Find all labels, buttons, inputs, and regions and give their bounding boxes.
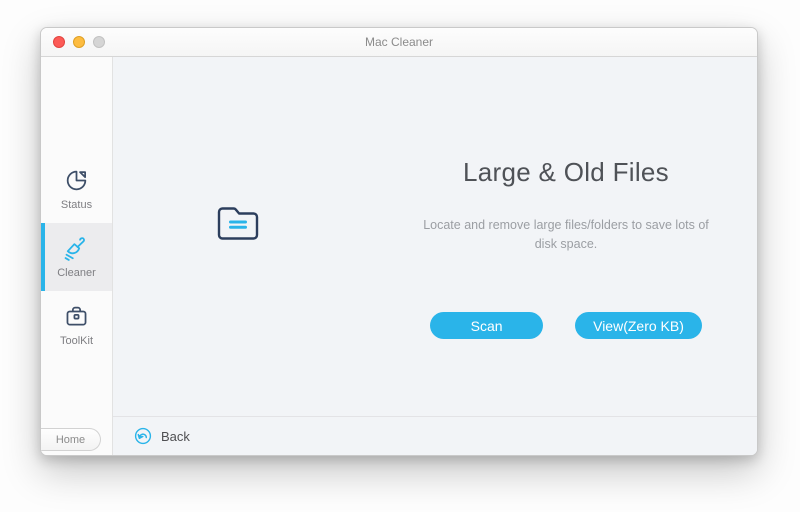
- sidebar-item-label: ToolKit: [59, 335, 94, 347]
- sidebar-item-cleaner[interactable]: Cleaner: [41, 223, 112, 291]
- page-title: Large & Old Files: [463, 157, 669, 187]
- sidebar-item-toolkit[interactable]: ToolKit: [41, 291, 112, 359]
- traffic-lights: [53, 36, 105, 48]
- sidebar-item-label: Cleaner: [57, 267, 96, 279]
- sidebar-item-label: Status: [60, 199, 93, 211]
- back-button-label: Back: [161, 428, 190, 444]
- close-window-button[interactable]: [53, 36, 65, 48]
- brush-icon: [63, 235, 90, 262]
- sidebar-item-status[interactable]: Status: [41, 155, 112, 223]
- app-window: Mac Cleaner Status Cleaner ToolKit Home …: [40, 27, 758, 456]
- window-title: Mac Cleaner: [364, 35, 434, 49]
- back-button[interactable]: Back: [134, 427, 190, 445]
- briefcase-icon: [63, 303, 90, 330]
- page-description: Locate and remove large files/folders to…: [423, 218, 709, 251]
- view-button[interactable]: View(Zero KB): [575, 312, 702, 339]
- home-tab[interactable]: Home: [41, 428, 101, 451]
- folder-icon: [212, 197, 264, 249]
- pie-chart-icon: [63, 167, 90, 194]
- sidebar: Status Cleaner ToolKit Home: [41, 57, 113, 455]
- title-bar: Mac Cleaner: [41, 28, 757, 57]
- home-tab-label: Home: [55, 433, 86, 446]
- zoom-window-button: [93, 36, 105, 48]
- back-arrow-icon: [134, 427, 152, 445]
- footer-bar: Back: [113, 416, 757, 455]
- main-panel: Large & Old Files Locate and remove larg…: [113, 57, 757, 455]
- minimize-window-button[interactable]: [73, 36, 85, 48]
- scan-button[interactable]: Scan: [430, 312, 544, 339]
